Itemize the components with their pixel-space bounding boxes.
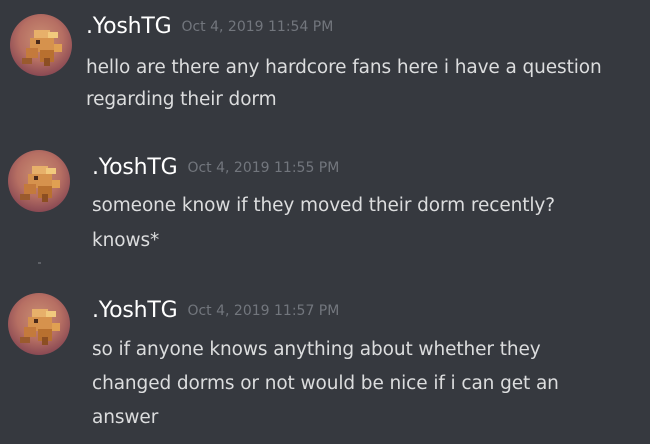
message-text: someone know if they moved their dorm re… [92, 195, 556, 216]
username[interactable]: .YoshTG [92, 298, 178, 323]
timestamp[interactable]: Oct 4, 2019 11:54 PM [181, 19, 333, 35]
user-avatar[interactable] [10, 14, 72, 76]
timestamp[interactable]: Oct 4, 2019 11:57 PM [187, 303, 339, 319]
username[interactable]: .YoshTG [86, 14, 172, 39]
message-text: answer [92, 407, 159, 428]
pixel-monster-avatar-icon [22, 30, 62, 66]
username[interactable]: .YoshTG [92, 155, 178, 180]
divider-speck [38, 262, 41, 264]
user-avatar[interactable] [8, 150, 70, 212]
message-header: .YoshTG Oct 4, 2019 11:54 PM [86, 14, 333, 39]
message-text: knows* [92, 230, 160, 251]
message-text: so if anyone knows anything about whethe… [92, 339, 541, 360]
pixel-monster-avatar-icon [20, 166, 60, 202]
message-text: hello are there any hardcore fans here i… [86, 57, 602, 78]
timestamp[interactable]: Oct 4, 2019 11:55 PM [187, 160, 339, 176]
pixel-monster-avatar-icon [20, 309, 60, 345]
user-avatar[interactable] [8, 293, 70, 355]
message-header: .YoshTG Oct 4, 2019 11:57 PM [92, 298, 339, 323]
message-text: changed dorms or not would be nice if i … [92, 373, 559, 394]
message-header: .YoshTG Oct 4, 2019 11:55 PM [92, 155, 339, 180]
message-text: regarding their dorm [86, 89, 277, 110]
